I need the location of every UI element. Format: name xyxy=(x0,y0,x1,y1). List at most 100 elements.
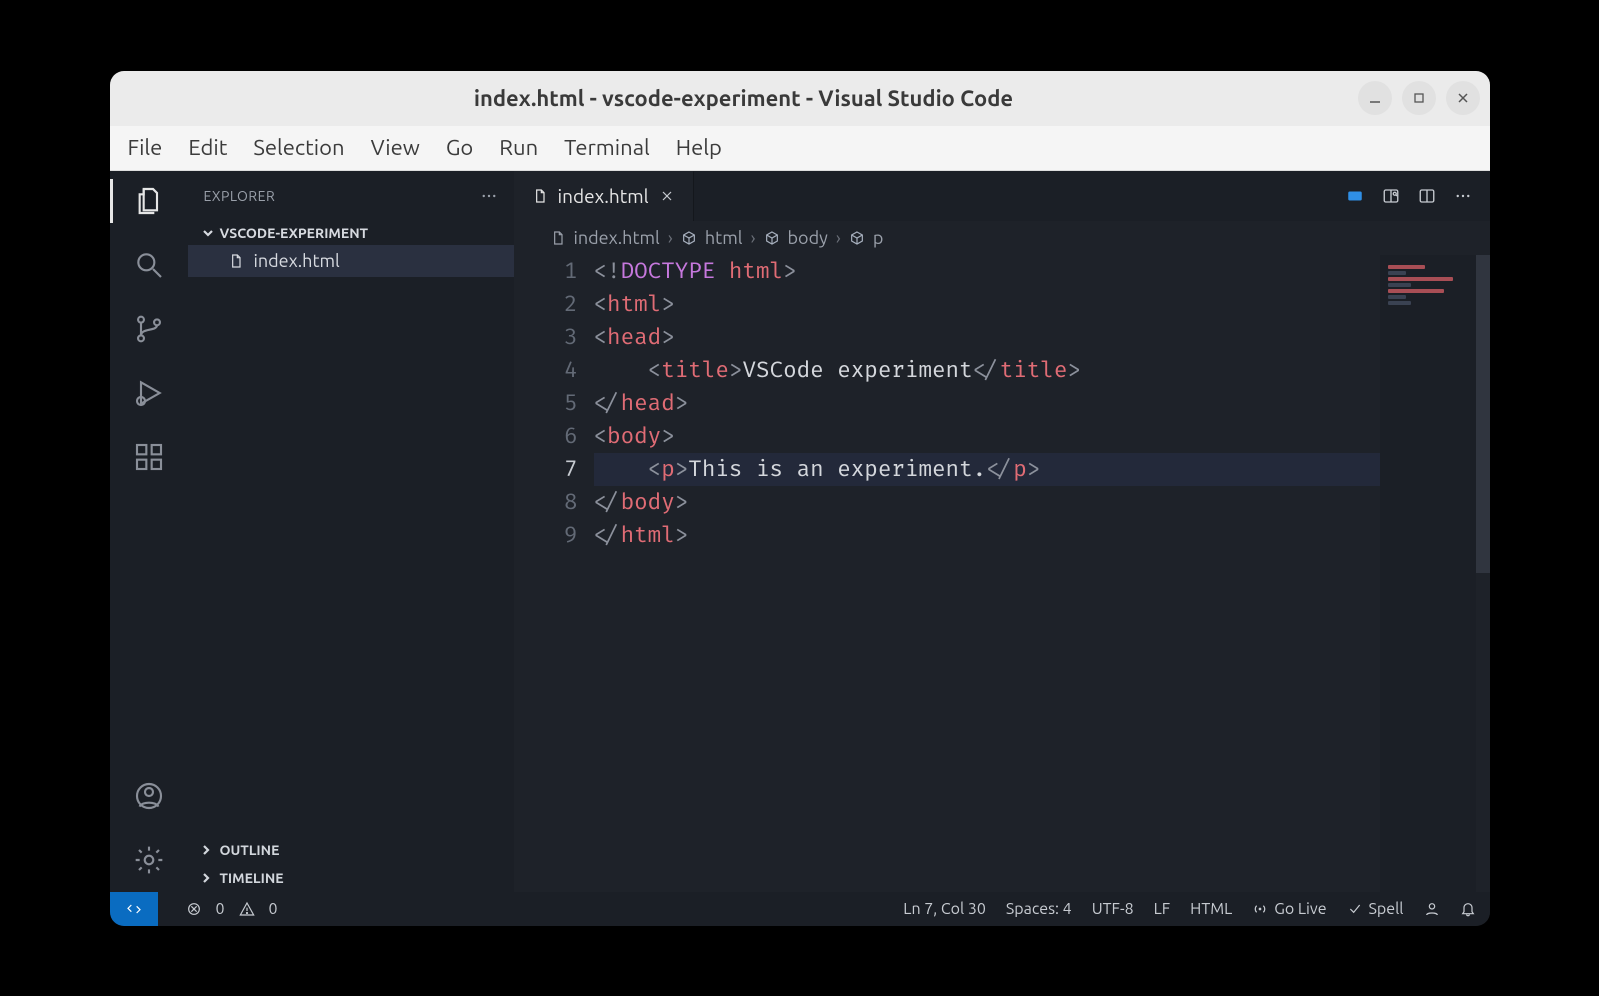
activity-bar xyxy=(110,171,188,892)
remote-icon xyxy=(126,901,142,917)
window-controls xyxy=(1358,81,1480,115)
check-icon xyxy=(1347,901,1363,917)
file-icon xyxy=(550,230,566,246)
timeline-label: TIMELINE xyxy=(220,870,284,886)
status-bar: 0 0 Ln 7, Col 30 Spaces: 4 UTF-8 LF HTML… xyxy=(110,892,1490,926)
line-gutter: 123456789 xyxy=(514,255,594,892)
title-bar: index.html - vscode-experiment - Visual … xyxy=(110,71,1490,126)
warning-count: 0 xyxy=(269,900,278,918)
menu-run[interactable]: Run xyxy=(499,135,538,160)
editor-toolbar xyxy=(1346,171,1490,221)
scrollbar-thumb[interactable] xyxy=(1476,255,1490,574)
menu-terminal[interactable]: Terminal xyxy=(564,135,650,160)
split-preview-icon xyxy=(1382,187,1400,205)
feedback-icon xyxy=(1424,901,1440,917)
explorer-sidebar: EXPLORER VSCODE-EXPERIMENT index.html OU… xyxy=(188,171,514,892)
tab-label: index.html xyxy=(558,185,649,207)
menu-help[interactable]: Help xyxy=(676,135,722,160)
breadcrumb[interactable]: index.html › html › body › p xyxy=(514,221,1490,255)
activity-accounts[interactable] xyxy=(131,778,167,814)
file-tree-item[interactable]: index.html xyxy=(188,245,514,277)
gear-icon xyxy=(133,844,165,876)
close-button[interactable] xyxy=(1446,81,1480,115)
file-icon xyxy=(228,253,244,269)
outline-label: OUTLINE xyxy=(220,842,280,858)
folder-name: VSCODE-EXPERIMENT xyxy=(220,225,369,241)
chevron-down-icon xyxy=(202,227,214,239)
branch-icon xyxy=(133,313,165,345)
status-feedback[interactable] xyxy=(1424,901,1440,917)
activity-extensions[interactable] xyxy=(131,439,167,475)
symbol-icon xyxy=(681,230,697,246)
explorer-more-button[interactable] xyxy=(480,187,498,205)
editor-tab[interactable]: index.html xyxy=(514,171,694,221)
activity-source-control[interactable] xyxy=(131,311,167,347)
php-server-button[interactable] xyxy=(1346,187,1364,205)
maximize-icon xyxy=(1412,91,1426,105)
vscode-window: index.html - vscode-experiment - Visual … xyxy=(110,71,1490,926)
php-icon xyxy=(1346,187,1364,205)
file-icon xyxy=(532,188,548,204)
menu-view[interactable]: View xyxy=(371,135,420,160)
main-row: EXPLORER VSCODE-EXPERIMENT index.html OU… xyxy=(110,171,1490,892)
close-icon xyxy=(1456,91,1470,105)
activity-search[interactable] xyxy=(131,247,167,283)
breadcrumb-file: index.html xyxy=(574,228,660,248)
minimap[interactable] xyxy=(1380,255,1490,892)
menu-file[interactable]: File xyxy=(128,135,163,160)
explorer-title: EXPLORER xyxy=(204,188,276,204)
split-editor-button[interactable] xyxy=(1418,187,1436,205)
status-eol[interactable]: LF xyxy=(1154,900,1171,918)
status-cursor[interactable]: Ln 7, Col 30 xyxy=(903,900,986,918)
code-editor[interactable]: 123456789 <!DOCTYPE html><html><head> <t… xyxy=(514,255,1490,892)
activity-settings[interactable] xyxy=(131,842,167,878)
editor-more-button[interactable] xyxy=(1454,187,1472,205)
error-count: 0 xyxy=(216,900,225,918)
extensions-icon xyxy=(133,441,165,473)
window-title: index.html - vscode-experiment - Visual … xyxy=(130,86,1358,111)
remote-button[interactable] xyxy=(110,892,158,926)
status-golive[interactable]: Go Live xyxy=(1252,900,1326,918)
menu-selection[interactable]: Selection xyxy=(253,135,344,160)
split-icon xyxy=(1418,187,1436,205)
status-spell[interactable]: Spell xyxy=(1347,900,1404,918)
status-notifications[interactable] xyxy=(1460,901,1476,917)
search-icon xyxy=(133,249,165,281)
close-icon xyxy=(659,188,675,204)
menu-go[interactable]: Go xyxy=(446,135,473,160)
files-icon xyxy=(133,185,165,217)
outline-section[interactable]: OUTLINE xyxy=(188,836,514,864)
split-preview-button[interactable] xyxy=(1382,187,1400,205)
status-problems[interactable]: 0 0 xyxy=(178,900,278,918)
status-encoding[interactable]: UTF-8 xyxy=(1092,900,1134,918)
status-language[interactable]: HTML xyxy=(1190,900,1232,918)
activity-explorer[interactable] xyxy=(131,183,167,219)
error-icon xyxy=(186,901,202,917)
account-icon xyxy=(133,780,165,812)
broadcast-icon xyxy=(1252,901,1268,917)
debug-icon xyxy=(133,377,165,409)
menu-bar: File Edit Selection View Go Run Terminal… xyxy=(110,126,1490,171)
code-content[interactable]: <!DOCTYPE html><html><head> <title>VSCod… xyxy=(594,255,1380,892)
bell-icon xyxy=(1460,901,1476,917)
file-name: index.html xyxy=(254,251,340,271)
breadcrumb-part: p xyxy=(873,228,884,248)
timeline-section[interactable]: TIMELINE xyxy=(188,864,514,892)
chevron-right-icon xyxy=(200,844,212,856)
symbol-icon xyxy=(849,230,865,246)
editor-area: index.html xyxy=(514,171,1490,892)
explorer-header: EXPLORER xyxy=(188,171,514,221)
folder-header[interactable]: VSCODE-EXPERIMENT xyxy=(188,221,514,245)
menu-edit[interactable]: Edit xyxy=(188,135,227,160)
minimize-icon xyxy=(1368,91,1382,105)
tab-bar: index.html xyxy=(514,171,1490,221)
tab-close-button[interactable] xyxy=(659,188,675,204)
status-indent[interactable]: Spaces: 4 xyxy=(1006,900,1072,918)
warning-icon xyxy=(239,901,255,917)
more-icon xyxy=(1454,187,1472,205)
maximize-button[interactable] xyxy=(1402,81,1436,115)
activity-run-debug[interactable] xyxy=(131,375,167,411)
breadcrumb-part: html xyxy=(705,228,743,248)
minimize-button[interactable] xyxy=(1358,81,1392,115)
chevron-right-icon xyxy=(200,872,212,884)
